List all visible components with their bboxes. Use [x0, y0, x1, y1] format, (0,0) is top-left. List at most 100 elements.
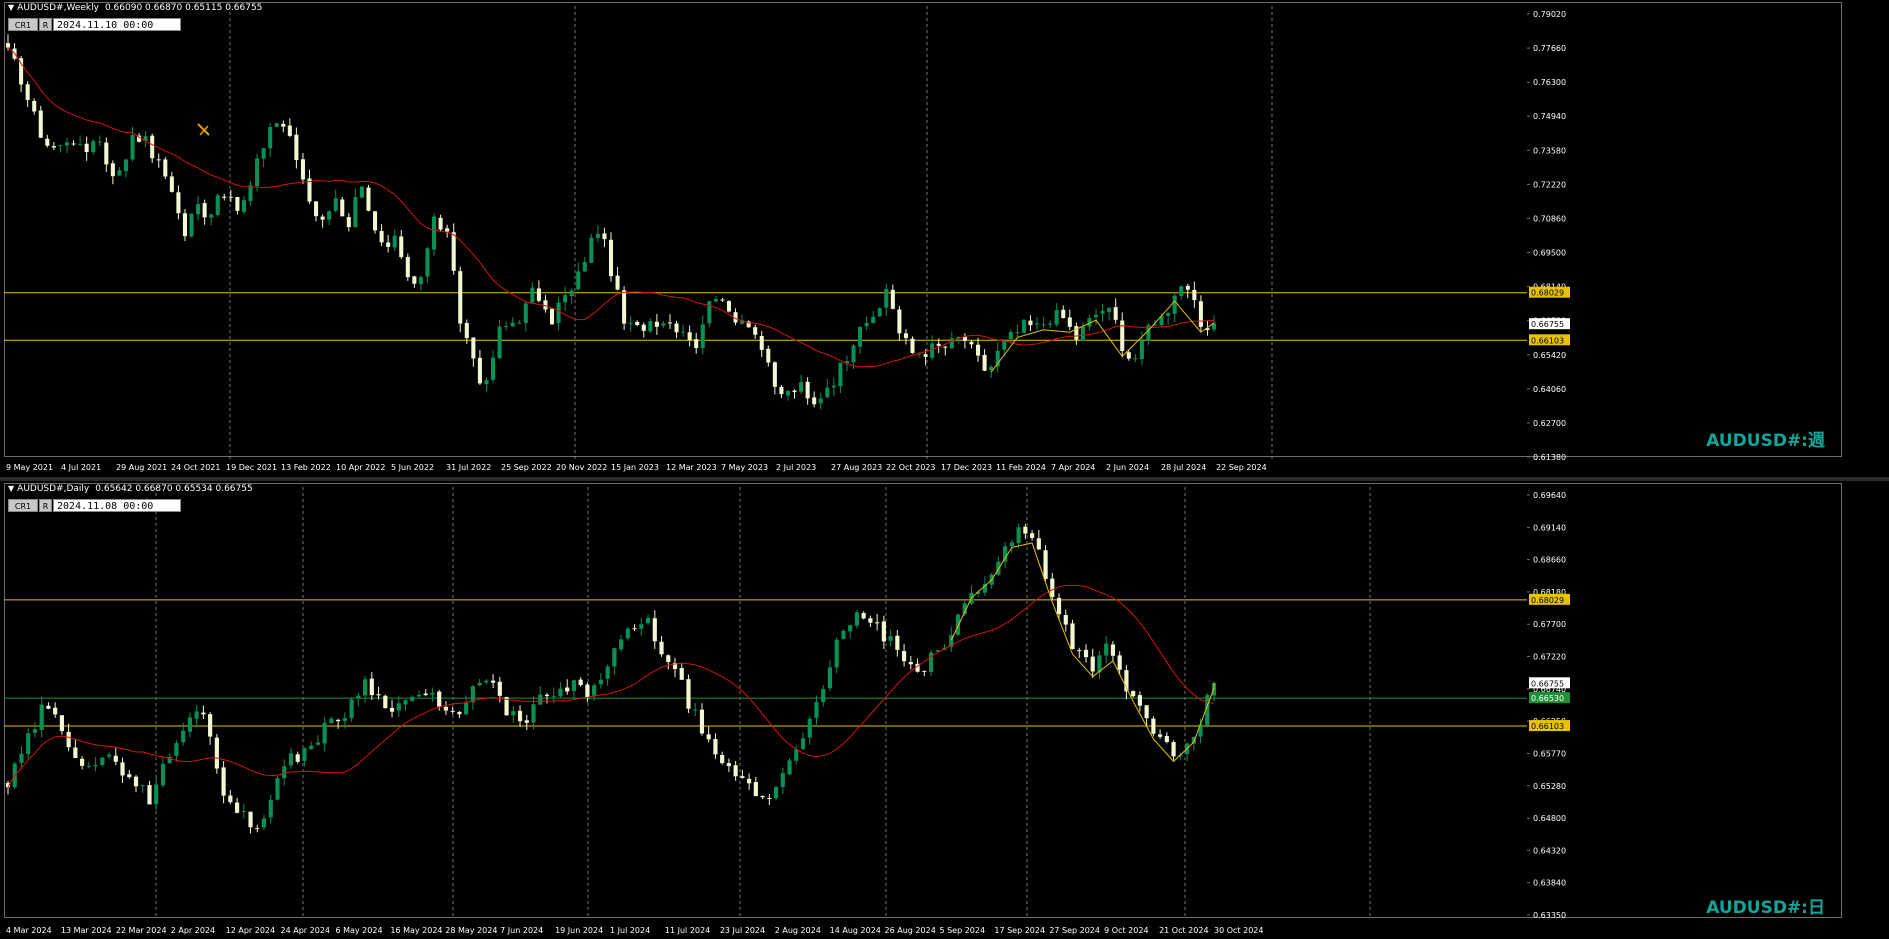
x-tick-label: 26 Aug 2024	[885, 926, 936, 935]
bear-candle	[1083, 649, 1089, 658]
bear-candle	[679, 668, 684, 680]
bear-candle	[943, 346, 948, 348]
x-tick-label: 22 Mar 2024	[116, 926, 167, 935]
bull-candle	[484, 380, 489, 385]
bull-candle	[1009, 542, 1014, 547]
bull-candle	[93, 765, 98, 767]
bear-candle	[881, 621, 886, 642]
x-tick-label: 10 Apr 2022	[336, 463, 385, 472]
bear-candle	[1077, 650, 1082, 652]
bear-candle	[51, 146, 56, 148]
bear-candle	[747, 778, 752, 784]
bear-candle	[792, 390, 797, 393]
daily-r-button[interactable]: R	[39, 499, 52, 512]
bull-candle	[1008, 331, 1013, 340]
bull-candle	[639, 624, 644, 629]
current-price-label: 0.66755	[1531, 320, 1564, 329]
bear-candle	[1023, 526, 1028, 534]
y-tick-label: 0.67220	[1533, 653, 1566, 662]
bull-candle	[288, 753, 294, 766]
bear-candle	[1158, 734, 1163, 737]
weekly-date-field[interactable]: 2024.11.10 00:00	[53, 18, 181, 31]
daily-date-field[interactable]: 2024.11.08 00:00	[53, 499, 181, 512]
bull-candle	[1015, 332, 1020, 334]
bull-candle	[834, 639, 839, 668]
bear-candle	[1198, 301, 1203, 327]
y-tick-label: 0.64800	[1533, 814, 1566, 823]
bear-candle	[1056, 597, 1062, 615]
daily-chart-svg[interactable]: 4 Mar 2024 13 Mar 2024 22 Mar 2024 2 Apr 20…	[0, 481, 1889, 939]
x-tick-label: 4 Jul 2021	[61, 463, 101, 472]
moving-average-line	[7, 584, 1215, 788]
daily-chart-pane[interactable]: 4 Mar 2024 13 Mar 2024 22 Mar 2024 2 Apr 20…	[0, 481, 1889, 939]
bear-candle	[1063, 615, 1068, 625]
bull-candle	[563, 295, 568, 303]
bear-candle	[706, 734, 711, 740]
triangle-down-icon[interactable]: ▼	[8, 484, 14, 493]
bull-candle	[470, 686, 475, 703]
weekly-cr-button[interactable]: CR1	[8, 18, 38, 31]
bear-candle	[234, 802, 240, 813]
bull-candle	[194, 711, 199, 719]
bull-candle	[418, 277, 423, 285]
bull-candle	[362, 679, 368, 696]
bear-candle	[399, 236, 404, 258]
bull-candle	[123, 159, 129, 172]
bear-candle	[922, 670, 927, 672]
bull-candle	[392, 235, 397, 248]
bull-candle	[831, 385, 836, 388]
weekly-r-button[interactable]: R	[39, 18, 52, 31]
bear-candle	[544, 694, 550, 697]
daily-cr-button[interactable]: CR1	[8, 499, 38, 512]
bear-candle	[80, 758, 85, 766]
x-tick-label: 4 Mar 2024	[6, 926, 52, 935]
bear-candle	[169, 176, 174, 192]
bull-candle	[396, 703, 401, 711]
bear-candle	[445, 228, 450, 232]
bull-candle	[255, 158, 260, 187]
bull-candle	[430, 692, 435, 695]
bear-candle	[536, 288, 541, 301]
bear-candle	[635, 321, 640, 326]
bull-candle	[464, 702, 469, 715]
y-tick-label: 0.72220	[1533, 180, 1566, 189]
bear-candle	[1137, 695, 1142, 706]
bear-candle	[726, 301, 732, 312]
bear-candle	[982, 354, 987, 371]
x-tick-label: 21 Oct 2024	[1159, 926, 1208, 935]
x-tick-label: 12 Mar 2023	[666, 463, 717, 472]
bear-candle	[255, 828, 260, 830]
bull-candle	[589, 237, 594, 263]
bear-candle	[235, 196, 240, 211]
bull-candle	[827, 667, 833, 689]
bull-candle	[342, 718, 347, 721]
bull-candle	[531, 704, 536, 723]
y-tick-label: 0.79020	[1533, 10, 1566, 19]
bear-candle	[861, 612, 866, 619]
bear-candle	[1070, 623, 1075, 649]
bear-candle	[369, 678, 374, 696]
triangle-down-icon[interactable]: ▼	[8, 3, 14, 12]
bull-candle	[58, 145, 63, 147]
x-tick-label: 11 Feb 2024	[996, 463, 1046, 472]
daily-ohlc-values: 0.65642 0.66870 0.65534 0.66755	[95, 484, 253, 494]
bear-candle	[423, 693, 428, 696]
bull-candle	[32, 729, 38, 733]
bull-candle	[556, 302, 561, 323]
bull-candle	[848, 625, 853, 632]
bear-candle	[615, 275, 620, 290]
bear-candle	[1171, 742, 1176, 757]
bear-candle	[687, 332, 692, 341]
x-tick-label: 2 Apr 2024	[171, 926, 215, 935]
bull-candle	[851, 345, 856, 363]
bull-candle	[181, 730, 186, 743]
weekly-chart-svg[interactable]: 9 May 2021 4 Jul 2021 29 Aug 2021 24 Oct 20…	[0, 0, 1889, 477]
x-tick-label: 28 Jul 2024	[1161, 463, 1206, 472]
bull-candle	[1107, 307, 1112, 312]
bear-candle	[438, 217, 443, 230]
bear-candle	[875, 622, 880, 624]
weekly-chart-pane[interactable]: 9 May 2021 4 Jul 2021 29 Aug 2021 24 Oct 20…	[0, 0, 1889, 477]
bear-candle	[654, 321, 659, 327]
bear-candle	[1050, 578, 1055, 598]
bear-candle	[674, 323, 679, 333]
